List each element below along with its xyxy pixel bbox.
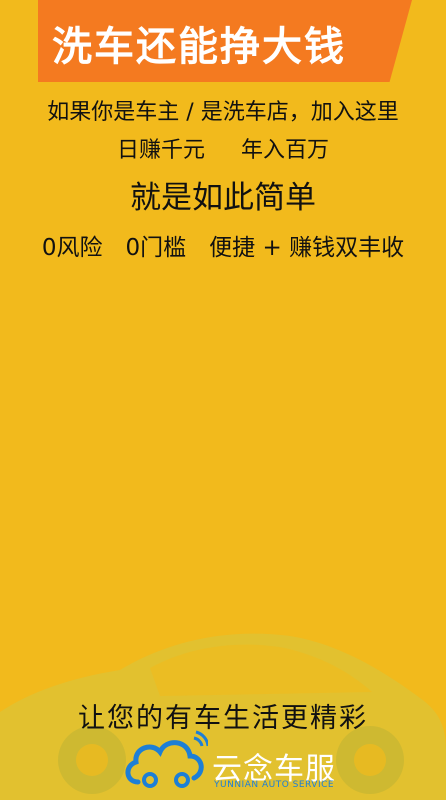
cloud-logo-icon [125,730,208,788]
intro-line-4: 0风险 0门槛 便捷 + 赚钱双丰收 [41,235,405,261]
intro-line-3: 就是如此简单 [130,180,316,216]
intro-line-2: 日赚千元 年入百万 [0,132,446,164]
intro-line-1: 如果你是车主 / 是洗车店，加入这里 [47,100,399,125]
intro-line-2-right: 年入百万 [241,138,330,163]
intro-line-2-left: 日赚千元 [116,138,205,163]
brand-subtitle: YUNNIAN AUTO SERVICE [214,780,335,790]
banner-title: 洗车还能挣大钱 [52,24,346,70]
slogan: 让您的有车生活更精彩 [78,703,368,734]
